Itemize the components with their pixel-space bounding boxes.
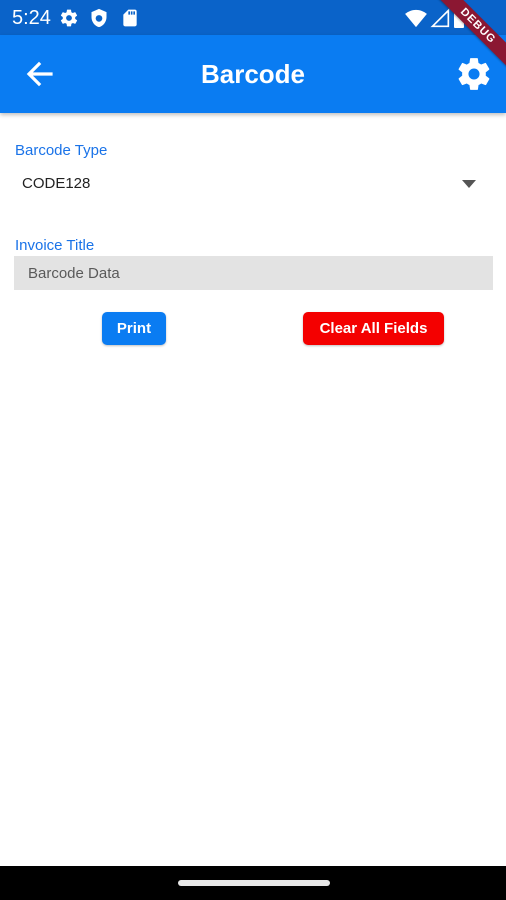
- wifi-icon: [405, 8, 427, 28]
- status-time: 5:24: [12, 7, 51, 29]
- barcode-data-input[interactable]: [14, 256, 493, 290]
- settings-button[interactable]: [455, 55, 493, 93]
- dropdown-arrow-icon: [462, 180, 476, 188]
- barcode-type-value: CODE128: [22, 175, 91, 192]
- page-title: Barcode: [200, 59, 306, 89]
- clear-all-fields-button[interactable]: Clear All Fields: [303, 312, 444, 345]
- invoice-title-label: Invoice Title: [15, 237, 95, 254]
- shield-icon: [89, 8, 109, 28]
- barcode-type-dropdown[interactable]: CODE128: [15, 166, 491, 202]
- print-button[interactable]: Print: [102, 312, 166, 345]
- gear-icon: [458, 58, 490, 90]
- barcode-type-label: Barcode Type: [15, 142, 108, 159]
- navigation-bar: [0, 866, 506, 900]
- settings-icon: [59, 8, 79, 28]
- app-bar: Barcode: [0, 35, 506, 113]
- home-indicator[interactable]: [178, 880, 330, 886]
- signal-icon: [430, 8, 450, 28]
- screen: 5:24 DEBUG Barcode Barcode Type CODE128 …: [0, 0, 506, 900]
- sd-card-icon: [120, 8, 140, 28]
- status-bar: 5:24: [0, 0, 506, 35]
